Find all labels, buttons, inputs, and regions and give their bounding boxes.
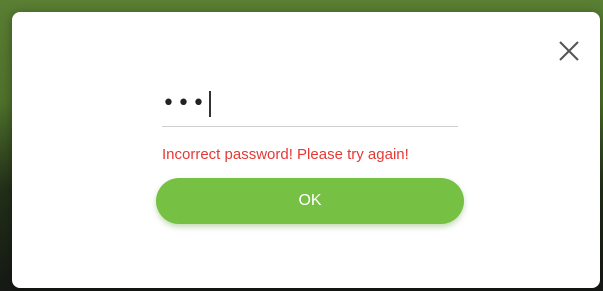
password-dialog: ••• Incorrect password! Please try again… [12,12,600,288]
ok-button[interactable]: OK [156,178,464,224]
error-message: Incorrect password! Please try again! [162,146,409,163]
password-input[interactable]: ••• [162,82,458,127]
password-masked-value: ••• [162,91,207,116]
text-cursor [208,91,211,117]
close-button[interactable] [556,38,582,64]
close-icon [559,41,579,61]
